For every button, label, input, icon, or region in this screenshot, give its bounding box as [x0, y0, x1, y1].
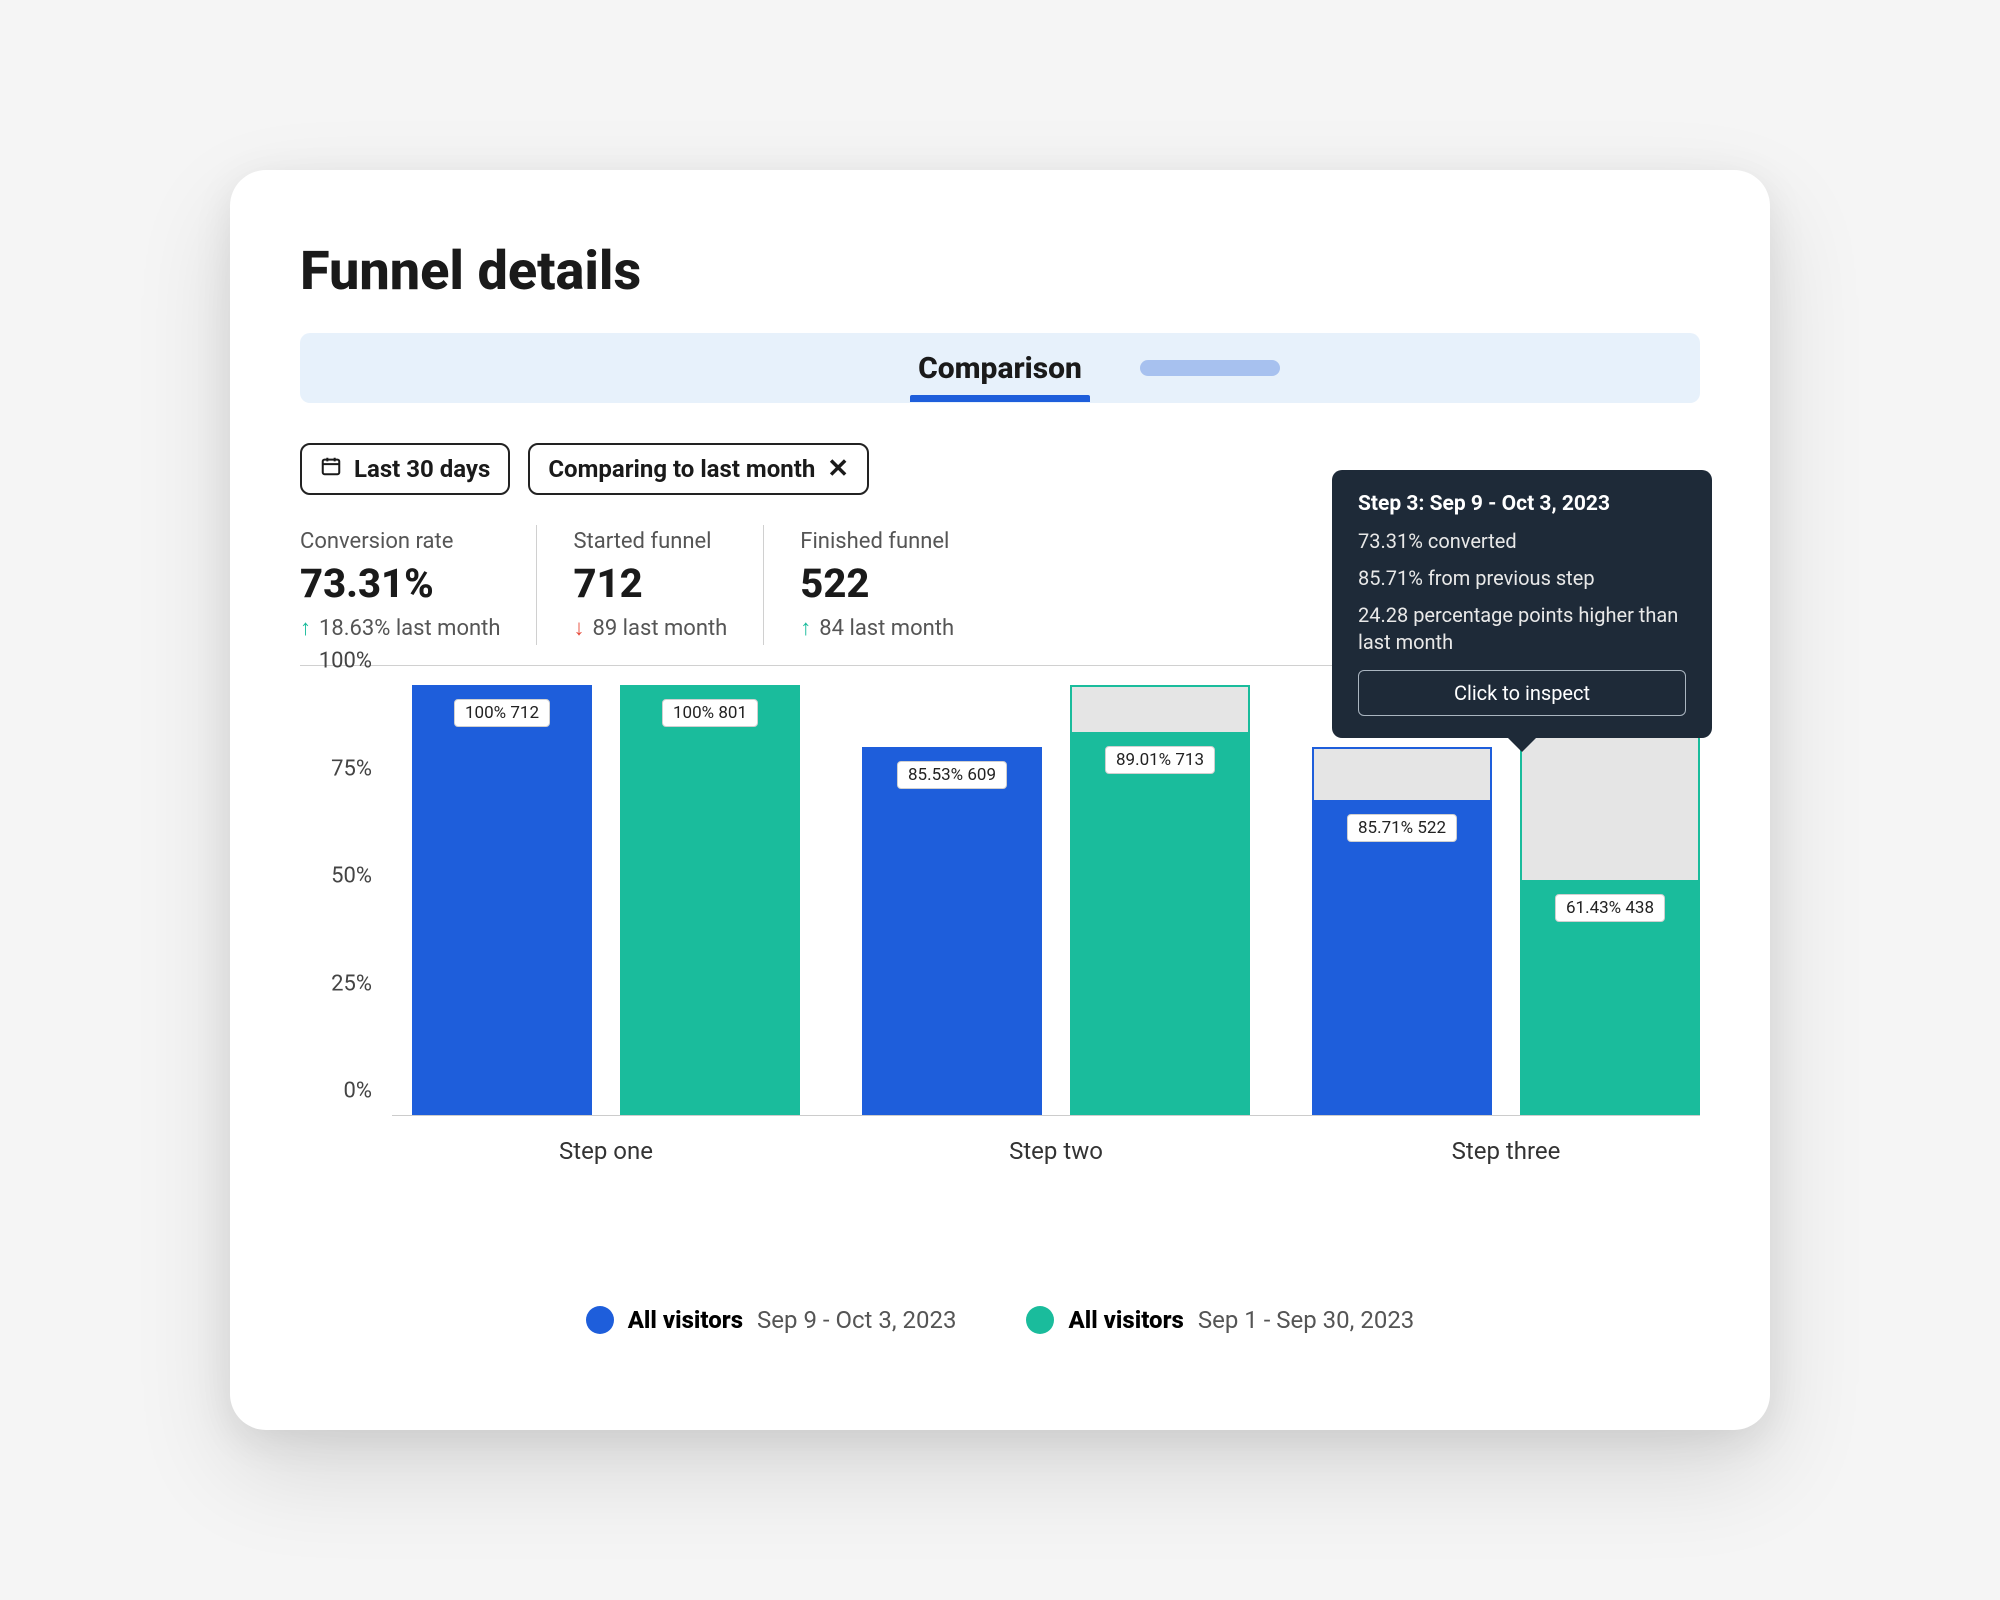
bar-label: 100% 712: [454, 699, 550, 727]
legend-item-a[interactable]: All visitors Sep 9 - Oct 3, 2023: [586, 1306, 957, 1334]
arrow-down-icon: ↓: [573, 615, 584, 641]
metric-finished: Finished funnel 522 ↑ 84 last month: [800, 525, 990, 645]
tab-underline: [910, 395, 1090, 402]
ytick-0: 0%: [344, 1079, 372, 1104]
legend-swatch-blue: [586, 1306, 614, 1334]
bar-fill: 85.53% 609: [862, 747, 1042, 1115]
tab-comparison-label: Comparison: [918, 351, 1082, 386]
tooltip-caret-icon: [1508, 738, 1536, 752]
tooltip-line-1: 73.31% converted: [1358, 528, 1686, 555]
legend-item-b[interactable]: All visitors Sep 1 - Sep 30, 2023: [1026, 1306, 1414, 1334]
arrow-up-icon: ↑: [800, 615, 811, 641]
metric-conversion-delta-text: 18.63% last month: [319, 616, 500, 641]
metric-conversion-label: Conversion rate: [300, 529, 500, 554]
arrow-up-icon: ↑: [300, 615, 311, 641]
bar-fill: 61.43% 438: [1520, 880, 1700, 1115]
calendar-icon: [320, 455, 342, 483]
metric-conversion-value: 73.31%: [300, 560, 500, 607]
metric-finished-label: Finished funnel: [800, 529, 954, 554]
bar-fill: 85.71% 522: [1312, 800, 1492, 1115]
ytick-75: 75%: [331, 756, 372, 781]
metric-started-label: Started funnel: [573, 529, 727, 554]
bar-label: 61.43% 438: [1555, 894, 1665, 922]
metric-finished-delta-text: 84 last month: [819, 616, 954, 641]
bar-label: 85.53% 609: [897, 761, 1007, 789]
close-icon[interactable]: ✕: [827, 456, 849, 482]
metric-finished-delta: ↑ 84 last month: [800, 615, 954, 641]
ytick-25: 25%: [331, 971, 372, 996]
inspect-button[interactable]: Click to inspect: [1358, 670, 1686, 716]
metric-finished-value: 522: [800, 560, 954, 607]
legend-a-name: All visitors: [628, 1306, 743, 1334]
tab-placeholder[interactable]: [1140, 360, 1280, 376]
legend-a-date: Sep 9 - Oct 3, 2023: [757, 1306, 956, 1334]
bar-label: 85.71% 522: [1347, 814, 1457, 842]
y-axis: 0% 25% 50% 75% 100%: [300, 686, 380, 1116]
legend-b-date: Sep 1 - Sep 30, 2023: [1198, 1306, 1414, 1334]
metric-conversion: Conversion rate 73.31% ↑ 18.63% last mon…: [300, 525, 537, 645]
bar-label: 89.01% 713: [1105, 746, 1215, 774]
metric-started: Started funnel 712 ↓ 89 last month: [573, 525, 764, 645]
metric-started-delta: ↓ 89 last month: [573, 615, 727, 641]
bar-fill: 100% 801: [620, 685, 800, 1115]
comparison-pill[interactable]: Comparing to last month ✕: [528, 443, 869, 495]
step-1-label: Step one: [559, 1137, 653, 1165]
bar-label: 100% 801: [662, 699, 758, 727]
legend-swatch-teal: [1026, 1306, 1054, 1334]
funnel-details-card: Funnel details Comparison Last 30 days C…: [230, 170, 1770, 1430]
bar-fill: 89.01% 713: [1070, 732, 1250, 1115]
chart-tooltip: Step 3: Sep 9 - Oct 3, 2023 73.31% conve…: [1332, 470, 1712, 738]
tooltip-line-3: 24.28 percentage points higher than last…: [1358, 602, 1686, 656]
tooltip-title: Step 3: Sep 9 - Oct 3, 2023: [1358, 492, 1686, 516]
tab-comparison[interactable]: Comparison: [914, 335, 1086, 402]
metric-conversion-delta: ↑ 18.63% last month: [300, 615, 500, 641]
metric-started-delta-text: 89 last month: [592, 616, 727, 641]
tooltip-line-2: 85.71% from previous step: [1358, 565, 1686, 592]
legend-b-name: All visitors: [1068, 1306, 1183, 1334]
plot-area: 100% 712 100% 801 Step one 85.53% 609: [392, 686, 1700, 1116]
ytick-100: 100%: [319, 649, 372, 674]
page-title: Funnel details: [300, 240, 1700, 303]
date-range-pill[interactable]: Last 30 days: [300, 443, 510, 495]
step-2-label: Step two: [1009, 1137, 1103, 1165]
ytick-50: 50%: [331, 864, 372, 889]
step-3-label: Step three: [1452, 1137, 1561, 1165]
chart-area: 0% 25% 50% 75% 100% 100% 712 100% 801: [300, 686, 1700, 1226]
legend: All visitors Sep 9 - Oct 3, 2023 All vis…: [300, 1306, 1700, 1334]
comparison-label: Comparing to last month: [548, 455, 815, 483]
date-range-label: Last 30 days: [354, 455, 490, 483]
metric-started-value: 712: [573, 560, 727, 607]
bar-fill: 100% 712: [412, 685, 592, 1115]
tab-bar: Comparison: [300, 333, 1700, 403]
